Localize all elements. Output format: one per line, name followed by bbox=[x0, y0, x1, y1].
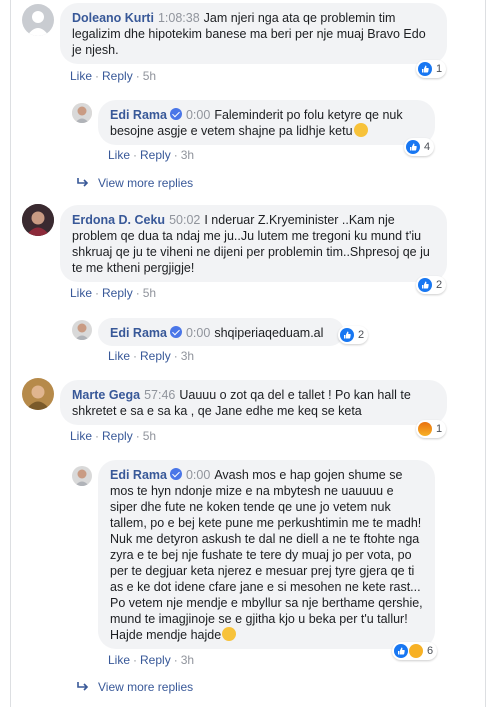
reply-link[interactable]: Reply bbox=[102, 286, 133, 300]
reaction-badge[interactable]: 1 bbox=[416, 420, 447, 438]
reply-bubble: Edi Rama 0:00 Faleminderit po folu ketyre … bbox=[98, 100, 435, 145]
like-link[interactable]: Like bbox=[108, 653, 130, 667]
reaction-badge[interactable]: 2 bbox=[416, 276, 447, 294]
reaction-count: 1 bbox=[436, 63, 443, 75]
avatar[interactable] bbox=[72, 103, 92, 123]
reaction-count: 2 bbox=[358, 329, 365, 341]
reply-link[interactable]: Reply bbox=[102, 69, 133, 83]
feed-border-right bbox=[485, 0, 486, 707]
reply-link[interactable]: Reply bbox=[140, 349, 171, 363]
view-more-replies-label[interactable]: View more replies bbox=[98, 176, 193, 190]
like-reaction-icon bbox=[394, 644, 408, 658]
reply-text: Avash mos e hap gojen shume se mos te hy… bbox=[110, 468, 423, 642]
verified-badge-icon bbox=[169, 108, 182, 120]
avatar[interactable] bbox=[22, 378, 54, 410]
avatar[interactable] bbox=[72, 466, 92, 486]
reply-link[interactable]: Reply bbox=[140, 148, 171, 162]
reply-bubble: Edi Rama 0:00 shqiperiaqeduam.al bbox=[98, 318, 344, 346]
reply-bubble: Edi Rama 0:00 Avash mos e hap gojen shume … bbox=[98, 460, 435, 649]
reaction-count: 1 bbox=[436, 423, 443, 435]
like-reaction-icon bbox=[418, 278, 432, 292]
reply-timestamp[interactable]: 0:00 bbox=[186, 108, 210, 122]
comment-bubble: Doleano Kurti 1:08:38 Jam njeri nga ata qe… bbox=[60, 3, 447, 64]
comment-actions: Like · Reply · 5h bbox=[70, 286, 157, 300]
reply-timestamp[interactable]: 0:00 bbox=[186, 326, 210, 340]
avatar[interactable] bbox=[22, 4, 54, 36]
like-reaction-icon bbox=[340, 328, 354, 342]
comment-age[interactable]: 5h bbox=[143, 69, 156, 83]
haha-reaction-icon bbox=[409, 644, 423, 658]
avatar[interactable] bbox=[22, 204, 54, 236]
comment-actions: Like · Reply · 5h bbox=[70, 429, 157, 443]
reply-text[interactable]: shqiperiaqeduam.al bbox=[214, 326, 323, 340]
smile-emoji-icon bbox=[353, 123, 368, 137]
reply-age[interactable]: 3h bbox=[181, 349, 194, 363]
like-reaction-icon bbox=[406, 140, 420, 154]
comment-bubble: Erdona D. Ceku 50:02 I nderuar Z.Kryeminis… bbox=[60, 205, 447, 282]
reaction-badge[interactable]: 6 bbox=[392, 642, 438, 660]
reaction-badge[interactable]: 4 bbox=[404, 138, 435, 156]
reply-author[interactable]: Edi Rama bbox=[110, 468, 167, 482]
verified-badge-icon bbox=[169, 326, 182, 338]
verified-badge-icon bbox=[169, 468, 182, 480]
view-more-replies-label[interactable]: View more replies bbox=[98, 680, 193, 694]
reply-link[interactable]: Reply bbox=[102, 429, 133, 443]
reply-arrow-icon bbox=[77, 682, 89, 691]
reply-age[interactable]: 3h bbox=[181, 148, 194, 162]
reaction-badge[interactable]: 1 bbox=[416, 60, 447, 78]
reaction-badge[interactable]: 2 bbox=[338, 326, 369, 344]
reply-actions: Like · Reply · 3h bbox=[108, 653, 195, 667]
person-avatar-icon bbox=[22, 204, 54, 236]
reaction-count: 6 bbox=[427, 645, 434, 657]
person-avatar-icon bbox=[72, 466, 92, 486]
comment-timestamp[interactable]: 50:02 bbox=[169, 213, 200, 227]
reply-link[interactable]: Reply bbox=[140, 653, 171, 667]
comment-author[interactable]: Doleano Kurti bbox=[72, 11, 154, 25]
angry-reaction-icon bbox=[418, 422, 432, 436]
like-link[interactable]: Like bbox=[70, 286, 92, 300]
reply-author[interactable]: Edi Rama bbox=[110, 326, 167, 340]
reply-actions: Like · Reply · 3h bbox=[108, 148, 195, 162]
like-link[interactable]: Like bbox=[108, 349, 130, 363]
comment-bubble: Marte Gega 57:46 Uauuu o zot qa del e tall… bbox=[60, 380, 447, 425]
like-link[interactable]: Like bbox=[70, 69, 92, 83]
feed-border-left bbox=[10, 0, 11, 707]
avatar[interactable] bbox=[72, 320, 92, 340]
comment-age[interactable]: 5h bbox=[143, 429, 156, 443]
reply-age[interactable]: 3h bbox=[181, 653, 194, 667]
person-avatar-icon bbox=[22, 378, 54, 410]
default-avatar-icon bbox=[27, 11, 49, 36]
comment-author[interactable]: Erdona D. Ceku bbox=[72, 213, 165, 227]
view-more-replies-link[interactable]: View more replies bbox=[76, 176, 193, 190]
reaction-count: 2 bbox=[436, 279, 443, 291]
like-link[interactable]: Like bbox=[70, 429, 92, 443]
person-avatar-icon bbox=[72, 320, 92, 340]
reply-arrow-icon bbox=[77, 178, 89, 187]
reply-actions: Like · Reply · 3h bbox=[108, 349, 195, 363]
comment-author[interactable]: Marte Gega bbox=[72, 388, 140, 402]
person-avatar-icon bbox=[72, 103, 92, 123]
reply-timestamp[interactable]: 0:00 bbox=[186, 468, 210, 482]
reply-author[interactable]: Edi Rama bbox=[110, 108, 167, 122]
comment-age[interactable]: 5h bbox=[143, 286, 156, 300]
comment-timestamp[interactable]: 1:08:38 bbox=[158, 11, 200, 25]
like-reaction-icon bbox=[418, 62, 432, 76]
like-link[interactable]: Like bbox=[108, 148, 130, 162]
view-more-replies-link[interactable]: View more replies bbox=[76, 680, 193, 694]
reaction-count: 4 bbox=[424, 141, 431, 153]
comment-actions: Like · Reply · 5h bbox=[70, 69, 157, 83]
upside-down-emoji-icon bbox=[222, 627, 237, 641]
comment-timestamp[interactable]: 57:46 bbox=[144, 388, 175, 402]
